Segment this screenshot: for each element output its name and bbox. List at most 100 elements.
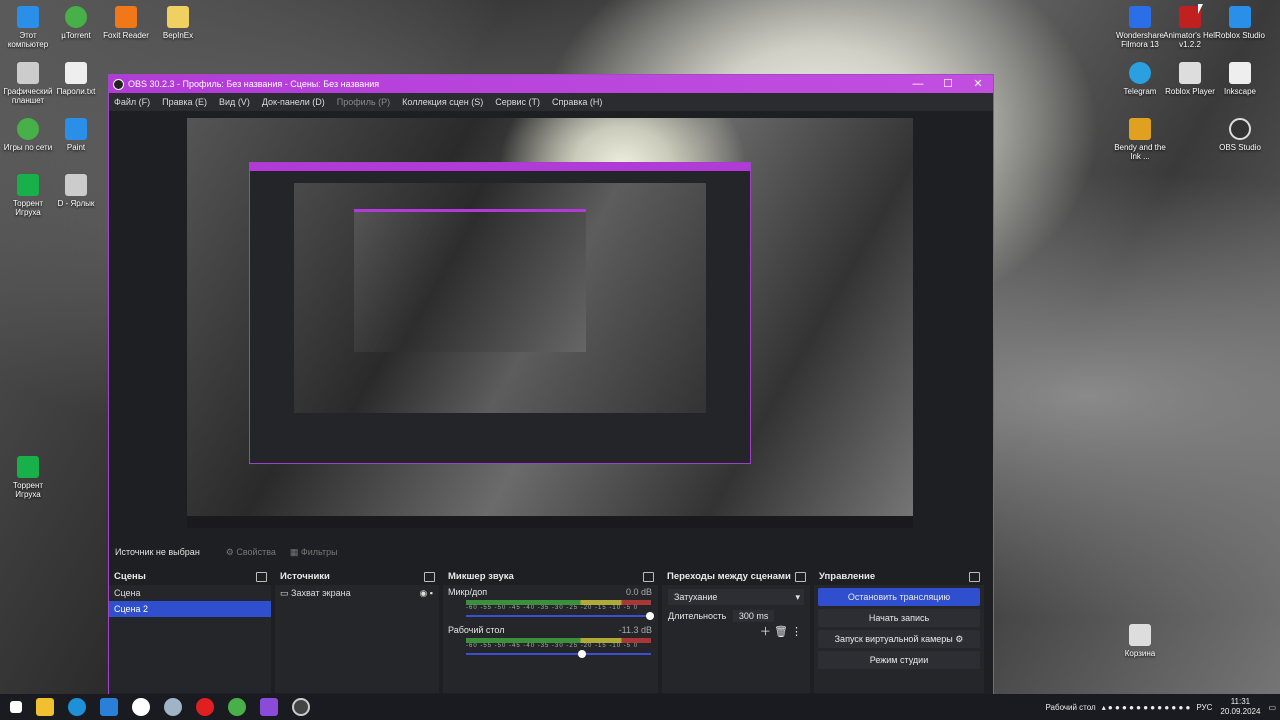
sources-dock: Источники ▭ Захват экрана ◉ ▪ [275,569,439,693]
explorer-icon[interactable] [36,698,54,716]
mixer-dock: Микшер звука Микр/доп 0.0 dB -60 -55 -50… [443,569,658,693]
start-record-button[interactable]: Начать запись [818,609,980,627]
window-title: OBS 30.2.3 - Профиль: Без названия - Сце… [128,79,380,89]
drive-icon [65,174,87,196]
desktop-icon-filmora[interactable]: Wondershare Filmora 13 [1112,6,1168,49]
sources-header: Источники [275,569,439,585]
tray-icons[interactable]: ▴ ● ● ● ● ● ● ● ● ● ● ● ● [1102,703,1191,712]
mixer-header: Микшер звука [443,569,658,585]
paint-icon [65,118,87,140]
scenes-header: Сцены [109,569,271,585]
system-tray: Рабочий стол ▴ ● ● ● ● ● ● ● ● ● ● ● ● Р… [1045,694,1276,720]
desktop-icon-inkscape[interactable]: Inkscape [1212,62,1268,96]
filmora-icon [1129,6,1151,28]
desktop-icon-bepinex[interactable]: BepInEx [150,6,206,40]
computer-icon [17,6,39,28]
desktop-icon-foxit[interactable]: Foxit Reader [98,6,154,40]
roblox-icon [1179,62,1201,84]
slider-knob[interactable] [578,650,586,658]
add-icon[interactable]: ＋ [760,626,771,638]
clock[interactable]: 11:31 20.09.2024 [1220,697,1260,717]
desktop-icon-roblox-studio[interactable]: Roblox Studio [1212,6,1268,40]
desktop-icon-utorrent[interactable]: µTorrent [48,6,104,40]
desktop-icon-paint[interactable]: Paint [48,118,104,152]
steam-icon[interactable] [164,698,182,716]
desktop-icon-obs[interactable]: OBS Studio [1212,118,1268,152]
telegram-icon [1129,62,1151,84]
start-icon[interactable] [10,701,22,713]
desktop-icon-bendy[interactable]: Bendy and the Ink ... [1112,118,1168,161]
desktop-icon-recycle-bin[interactable]: Корзина [1112,624,1168,658]
duration-input[interactable]: 300 ms [732,610,775,622]
edge-icon[interactable] [68,698,86,716]
virtual-camera-button[interactable]: Запуск виртуальной камеры ⚙ [818,630,980,648]
menu-bar: Файл (F) Правка (E) Вид (V) Док-панели (… [109,93,993,111]
minimize-button[interactable]: — [903,75,933,93]
notification-icon[interactable]: ▭ [1268,703,1276,712]
studio-mode-button[interactable]: Режим студии [818,651,980,669]
gear-icon[interactable]: ⚙ [955,634,963,644]
title-bar: OBS 30.2.3 - Профиль: Без названия - Сце… [109,75,993,93]
close-button[interactable]: ✕ [963,75,993,93]
volume-meter [466,600,651,605]
recursive-preview [249,162,751,464]
menu-scene-collection[interactable]: Коллекция сцен (S) [397,97,490,107]
undock-icon[interactable] [795,572,806,582]
desktop-toolbar-label[interactable]: Рабочий стол [1045,703,1095,712]
more-icon[interactable]: ⋮ [791,626,802,638]
menu-help[interactable]: Справка (H) [547,97,609,107]
preview-taskbar [187,516,913,528]
animator-icon[interactable] [260,698,278,716]
volume-slider[interactable] [466,650,651,658]
undock-icon[interactable] [969,572,980,582]
desktop-icon-animators-hell[interactable]: Animator's Hell v1.2.2 [1162,6,1218,49]
undock-icon[interactable] [256,572,267,582]
undock-icon[interactable] [643,572,654,582]
utorrent-icon[interactable] [228,698,246,716]
stop-stream-button[interactable]: Остановить трансляцию [818,588,980,606]
transitions-header: Переходы между сценами [662,569,810,585]
desktop-icon-d-shortcut[interactable]: D - Ярлык [48,174,104,208]
filters-button[interactable]: ▦ Фильтры [290,547,338,558]
menu-edit[interactable]: Правка (E) [157,97,214,107]
text-file-icon [65,62,87,84]
volume-slider[interactable] [466,612,654,620]
eye-icon[interactable]: ◉ ▪ [419,585,433,601]
store-icon[interactable] [100,698,118,716]
obs-logo-icon [113,78,124,90]
tablet-icon [17,62,39,84]
windows-taskbar: Рабочий стол ▴ ● ● ● ● ● ● ● ● ● ● ● ● Р… [0,694,1280,720]
undock-icon[interactable] [424,572,435,582]
inkscape-icon [1229,62,1251,84]
menu-docks[interactable]: Док-панели (D) [257,97,332,107]
scenes-dock: Сцены Сцена Сцена 2 [109,569,271,693]
yandex-icon[interactable] [196,698,214,716]
preview-canvas[interactable] [187,118,913,528]
torrent-icon [17,174,39,196]
menu-profile[interactable]: Профиль (P) [332,97,397,107]
transition-select[interactable]: Затухание ▾ [668,589,804,605]
roblox-studio-icon [1229,6,1251,28]
controls-header: Управление [814,569,984,585]
yandex-browser-icon[interactable] [132,698,150,716]
menu-tools[interactable]: Сервис (T) [490,97,547,107]
obs-icon[interactable] [292,698,310,716]
globe-icon [17,118,39,140]
menu-view[interactable]: Вид (V) [214,97,257,107]
duration-row: Длительность 300 ms [662,609,810,623]
trash-icon[interactable]: 🗑 [774,626,788,638]
source-item[interactable]: ▭ Захват экрана ◉ ▪ [275,585,439,601]
scene-item-selected[interactable]: Сцена 2 [109,601,271,617]
desktop-icon-telegram[interactable]: Telegram [1112,62,1168,96]
language-indicator[interactable]: РУС [1196,703,1212,712]
menu-file[interactable]: Файл (F) [109,97,157,107]
torrent-icon [17,456,39,478]
slider-knob[interactable] [646,612,654,620]
properties-button[interactable]: ⚙ Свойства [226,547,276,558]
desktop-icon-passwords[interactable]: Пароли.txt [48,62,104,96]
recycle-bin-icon [1129,624,1151,646]
scene-item[interactable]: Сцена [109,585,271,601]
maximize-button[interactable]: ☐ [933,75,963,93]
desktop-icon-torrent-igruha-2[interactable]: Торрент Игруха [0,456,56,499]
desktop-icon-roblox-player[interactable]: Roblox Player [1162,62,1218,96]
